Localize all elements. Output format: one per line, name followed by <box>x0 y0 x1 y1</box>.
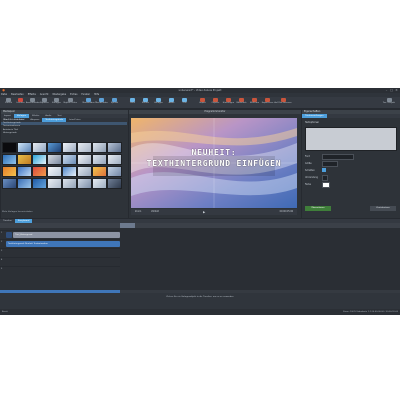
track-empty-area <box>120 228 400 290</box>
library-button[interactable]: Bibliothek <box>235 97 248 108</box>
template-thumbnail[interactable] <box>2 178 17 189</box>
track-2: 2 Texthintergrund: Neuheit Textanimation <box>0 239 120 248</box>
template-thumbnail[interactable] <box>47 154 62 165</box>
outline-label: Umrandung <box>305 176 318 179</box>
track-3: 3 <box>0 248 120 257</box>
text-preview-box[interactable] <box>305 127 397 151</box>
category-tree: Neu: Effekte & Texte Texthintergründe Te… <box>1 119 127 135</box>
outline-checkbox[interactable] <box>322 175 328 181</box>
preview-title-line1: NEUHEIT: <box>191 148 237 157</box>
split-objects-button[interactable]: Objekte teilen <box>62 97 78 108</box>
status-bar: Bereit Zoom: 100% Videokarte 1:1 00:00:0… <box>0 309 400 315</box>
template-thumbnail[interactable] <box>32 178 47 189</box>
apply-button[interactable]: Übernehmen <box>305 206 331 211</box>
shadow-label: Schatten <box>305 169 315 172</box>
play-icon[interactable]: ▶ <box>203 209 205 215</box>
preview-timecode: 00:00:05:06 <box>279 210 293 213</box>
track-1: 1 Titel_Hintergrund <box>0 230 120 239</box>
template-thumbnail[interactable] <box>17 178 32 189</box>
properties-panel: Eigenschaften Titeleinstellungen Textopt… <box>301 109 400 219</box>
audio-button[interactable]: Audio <box>165 97 178 108</box>
timeline-scrollbar[interactable] <box>0 290 120 293</box>
app-window: ● unbenannt* - Video deluxe Projekt – □ … <box>0 88 400 315</box>
effects-button[interactable]: Effekte <box>139 97 152 108</box>
template-thumbnail[interactable] <box>107 166 122 177</box>
timeline-panel: Timeline Storyboard 1 Titel_Hintergrund … <box>0 219 400 309</box>
text-background-clip[interactable]: Texthintergrund: Neuheit Textanimation <box>6 241 120 247</box>
template-thumbnail[interactable] <box>47 178 62 189</box>
template-thumbnail[interactable] <box>77 166 92 177</box>
font-label: Font <box>305 155 310 158</box>
main-toolbar: Zurück Löschen Ausschneiden Kopieren Ein… <box>0 97 400 109</box>
title-clip-thumbnail[interactable] <box>6 232 12 238</box>
template-thumbnail[interactable] <box>62 178 77 189</box>
template-thumbnail[interactable] <box>17 166 32 177</box>
template-thumbnail[interactable] <box>2 166 17 177</box>
template-thumbnail[interactable] <box>47 166 62 177</box>
burn-disc-button[interactable]: Auf Disc brennen <box>274 97 292 108</box>
template-thumbnail[interactable] <box>92 166 107 177</box>
template-thumbnail[interactable] <box>77 142 92 153</box>
status-text: Bereit <box>2 311 8 313</box>
texts-button[interactable]: Texte <box>126 97 139 108</box>
shadow-checkbox[interactable] <box>322 168 326 172</box>
import-button[interactable]: Import <box>196 97 209 108</box>
template-thumbnail[interactable] <box>32 142 47 153</box>
timeline-hint: Ziehen Sie ein Vorlagenobjekt in die Tim… <box>166 296 234 298</box>
download-more-link[interactable]: Mehr Vorlagen herunterladen <box>2 211 33 213</box>
template-thumbnail[interactable] <box>32 154 47 165</box>
font-dropdown[interactable] <box>322 154 354 160</box>
tree-item[interactable]: Hintergründe <box>1 132 127 135</box>
zoom-button[interactable]: Zoom <box>135 209 141 215</box>
color-label: Farbe <box>305 183 312 186</box>
template-thumbnail[interactable] <box>17 142 32 153</box>
template-thumbnail[interactable] <box>62 142 77 153</box>
template-thumbnail[interactable] <box>2 142 17 153</box>
tab-title-settings[interactable]: Titeleinstellungen <box>302 114 327 118</box>
objects-button[interactable]: Objekte <box>209 97 222 108</box>
timeline-scroll-track[interactable] <box>120 290 400 293</box>
special-button[interactable]: Spezial <box>108 97 121 108</box>
text-options-label: Textoptionen <box>305 121 320 124</box>
color-swatch[interactable] <box>322 182 330 188</box>
transitions-button[interactable]: Überblenden <box>95 97 108 108</box>
sound-project-button[interactable]: Ton / Projekt <box>380 97 398 108</box>
template-thumbnail[interactable] <box>92 154 107 165</box>
properties-tabs: Titeleinstellungen <box>302 114 400 118</box>
multicam-button[interactable]: Multicam <box>248 97 261 108</box>
template-thumbnail[interactable] <box>62 166 77 177</box>
track-4: 4 <box>0 257 120 266</box>
title-clip[interactable]: Titel_Hintergrund <box>13 232 120 238</box>
mouse-mode-button[interactable]: Mausmodus <box>82 97 95 108</box>
template-thumbnail[interactable] <box>107 142 122 153</box>
video-preview[interactable]: NEUHEIT: TEXTHINTERGRUND EINFÜGEN <box>131 118 297 208</box>
template-thumbnail[interactable] <box>107 178 122 189</box>
reset-button[interactable]: Zurücksetzen <box>370 206 396 211</box>
fullscreen-button[interactable]: Vollbild <box>151 209 159 215</box>
preview-controls: Zoom Vollbild ▶ 00:00:05:06 <box>131 209 297 215</box>
template-thumbnail[interactable] <box>62 154 77 165</box>
template-thumbnail[interactable] <box>107 154 122 165</box>
export-button[interactable]: Exportieren <box>261 97 274 108</box>
template-thumbnail[interactable] <box>2 154 17 165</box>
preview-title-line2: TEXTHINTERGRUND EINFÜGEN <box>146 159 282 168</box>
size-field[interactable] <box>322 161 338 167</box>
templates-button[interactable]: Vorlagen <box>152 97 165 108</box>
add-button[interactable]: Hinzufügen <box>222 97 235 108</box>
program-monitor-header: Programmmonitor <box>129 110 301 114</box>
template-thumbnail[interactable] <box>47 142 62 153</box>
title-button[interactable]: Titel <box>178 97 191 108</box>
track-5: 5 <box>0 266 120 275</box>
template-thumbnail[interactable] <box>32 166 47 177</box>
template-thumbnail[interactable] <box>77 178 92 189</box>
template-thumbnail[interactable] <box>17 154 32 165</box>
template-thumbnail[interactable] <box>92 142 107 153</box>
template-thumbnail[interactable] <box>92 178 107 189</box>
status-info: Zoom: 100% Videokarte 1:1 00:00:00:00 / … <box>342 311 398 313</box>
size-label: Größe <box>305 162 312 165</box>
template-thumbnail[interactable] <box>77 154 92 165</box>
